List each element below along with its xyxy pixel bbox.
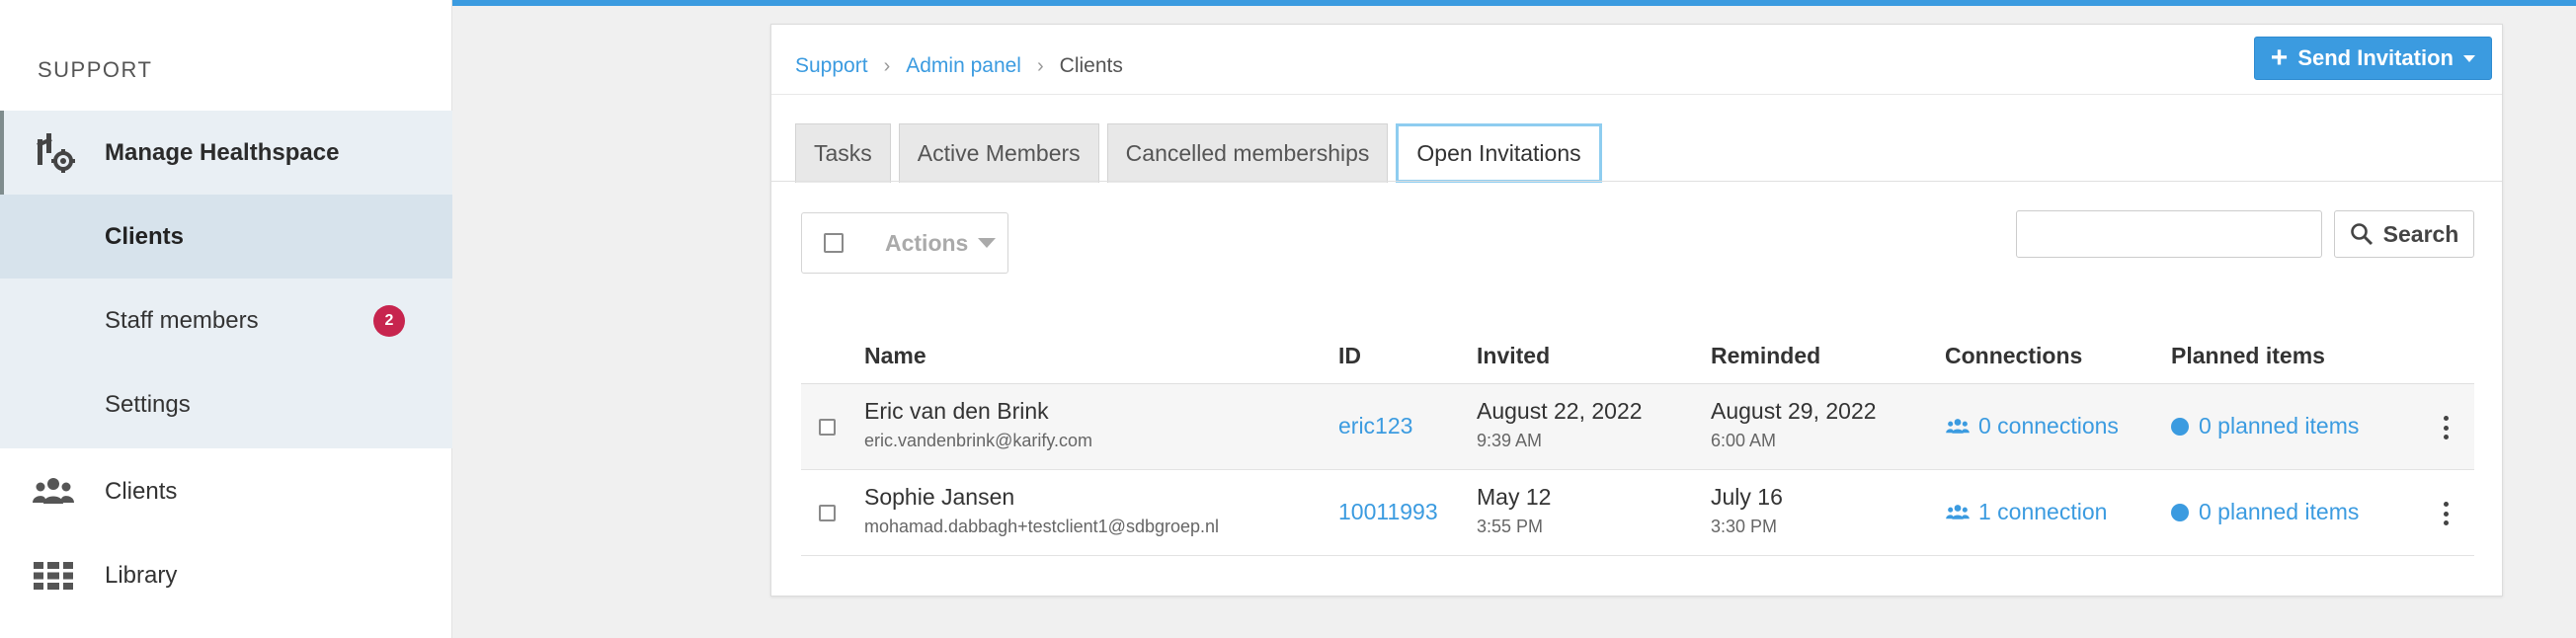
tab-label: Open Invitations xyxy=(1416,139,1581,166)
status-dot-icon xyxy=(2171,503,2189,521)
column-header-invited[interactable]: Invited xyxy=(1477,343,1550,369)
breadcrumb-current: Clients xyxy=(1059,54,1123,77)
tab-cancelled-memberships[interactable]: Cancelled memberships xyxy=(1106,123,1389,183)
client-id-link[interactable]: 10011993 xyxy=(1338,499,1438,524)
search-input[interactable] xyxy=(2016,210,2322,258)
tab-open-invitations[interactable]: Open Invitations xyxy=(1396,123,1602,183)
select-all-checkbox[interactable] xyxy=(824,233,844,253)
divider xyxy=(771,181,2502,182)
id-cell: 10011993 xyxy=(1338,499,1438,525)
chevron-right-icon: › xyxy=(883,54,891,77)
sidebar-item-label: Manage Healthspace xyxy=(105,138,340,166)
sidebar-item-label: Staff members xyxy=(105,306,259,334)
sidebar-item-staff-members[interactable]: Staff members 2 xyxy=(0,279,452,362)
search-button-label: Search xyxy=(2382,220,2459,247)
reminded-cell: August 29, 2022 6:00 AM xyxy=(1711,398,1877,451)
sidebar-item-manage-healthspace[interactable]: Manage Healthspace xyxy=(0,111,452,195)
breadcrumb-link-support[interactable]: Support xyxy=(795,54,868,78)
sidebar-item-label: Clients xyxy=(105,477,178,505)
sidebar-item-clients[interactable]: Clients xyxy=(0,449,452,533)
top-accent-bar xyxy=(452,0,2576,6)
tab-label: Tasks xyxy=(814,140,872,166)
sidebar-item-clients-sub[interactable]: Clients xyxy=(0,195,452,279)
users-icon xyxy=(32,472,75,512)
client-email: mohamad.dabbagh+testclient1@sdbgroep.nl xyxy=(864,517,1220,536)
breadcrumb: Support › Admin panel › Clients xyxy=(795,48,1123,84)
row-checkbox[interactable] xyxy=(819,505,836,521)
connections-label: 1 connection xyxy=(1978,499,2108,524)
users-icon xyxy=(1946,418,1970,434)
tab-label: Active Members xyxy=(917,140,1081,166)
invitations-table: Name ID Invited Reminded Connections Pla… xyxy=(801,321,2474,556)
sidebar-item-settings[interactable]: Settings xyxy=(0,362,452,446)
planned-items-label: 0 planned items xyxy=(2199,499,2360,524)
invited-time: 9:39 AM xyxy=(1477,431,1543,450)
planned-items-link[interactable]: 0 planned items xyxy=(2171,499,2359,525)
status-dot-icon xyxy=(2171,417,2189,436)
send-invitation-label: Send Invitation xyxy=(2297,45,2454,70)
divider xyxy=(771,94,2502,95)
invited-cell: May 12 3:55 PM xyxy=(1477,484,1551,537)
bulk-actions-control: Actions xyxy=(801,212,1008,274)
invited-date: August 22, 2022 xyxy=(1477,398,1643,424)
name-cell: Eric van den Brink eric.vandenbrink@kari… xyxy=(864,398,1092,451)
grid-icon xyxy=(32,556,75,596)
main-panel: Support › Admin panel › Clients + Send I… xyxy=(770,24,2503,597)
table-row: Sophie Jansen mohamad.dabbagh+testclient… xyxy=(801,470,2474,556)
client-name: Sophie Jansen xyxy=(864,484,1015,510)
tab-tasks[interactable]: Tasks xyxy=(795,123,891,183)
column-header-reminded[interactable]: Reminded xyxy=(1711,343,1820,369)
name-cell: Sophie Jansen mohamad.dabbagh+testclient… xyxy=(864,484,1219,537)
reminded-cell: July 16 3:30 PM xyxy=(1711,484,1783,537)
breadcrumb-link-admin-panel[interactable]: Admin panel xyxy=(906,54,1021,78)
id-cell: eric123 xyxy=(1338,413,1412,439)
client-email: eric.vandenbrink@karify.com xyxy=(864,431,1093,450)
reminded-time: 6:00 AM xyxy=(1711,431,1777,450)
column-header-name[interactable]: Name xyxy=(864,343,926,369)
tab-label: Cancelled memberships xyxy=(1125,140,1370,166)
sidebar-section-title: SUPPORT xyxy=(38,57,153,82)
invited-cell: August 22, 2022 9:39 AM xyxy=(1477,398,1643,451)
chevron-right-icon: › xyxy=(1036,54,1044,77)
row-checkbox[interactable] xyxy=(819,419,836,436)
healthspace-gear-icon xyxy=(34,131,77,175)
planned-items-label: 0 planned items xyxy=(2199,413,2360,439)
plus-icon: + xyxy=(2270,41,2289,74)
users-icon xyxy=(1946,504,1970,519)
sidebar-item-label: Settings xyxy=(105,390,191,418)
connections-label: 0 connections xyxy=(1978,413,2119,439)
invited-date: May 12 xyxy=(1477,484,1552,510)
client-name: Eric van den Brink xyxy=(864,398,1049,424)
connections-link[interactable]: 1 connection xyxy=(1945,499,2107,525)
table-header: Name ID Invited Reminded Connections Pla… xyxy=(801,321,2474,384)
connections-link[interactable]: 0 connections xyxy=(1945,413,2119,439)
notification-badge: 2 xyxy=(373,305,405,337)
reminded-date: August 29, 2022 xyxy=(1711,398,1877,424)
sidebar-item-label: Clients xyxy=(105,222,185,250)
invited-time: 3:55 PM xyxy=(1477,517,1544,536)
reminded-time: 3:30 PM xyxy=(1711,517,1778,536)
sidebar-nav-group: Manage Healthspace Clients Staff members… xyxy=(0,111,452,448)
client-id-link[interactable]: eric123 xyxy=(1338,413,1412,439)
send-invitation-button[interactable]: + Send Invitation xyxy=(2253,37,2492,80)
tab-active-members[interactable]: Active Members xyxy=(898,123,1099,183)
more-options-icon[interactable] xyxy=(2441,416,2451,439)
sidebar: SUPPORT Manage Healthspace Clients Staff… xyxy=(0,0,452,638)
sidebar-item-library[interactable]: Library xyxy=(0,533,452,617)
table-row: Eric van den Brink eric.vandenbrink@kari… xyxy=(801,384,2474,470)
planned-items-link[interactable]: 0 planned items xyxy=(2171,413,2359,439)
column-header-id[interactable]: ID xyxy=(1338,343,1361,369)
more-options-icon[interactable] xyxy=(2441,502,2451,525)
column-header-connections[interactable]: Connections xyxy=(1945,343,2082,369)
search-button[interactable]: Search xyxy=(2334,210,2474,258)
sidebar-item-label: Library xyxy=(105,561,178,589)
actions-dropdown[interactable]: Actions xyxy=(885,230,968,257)
column-header-planned-items[interactable]: Planned items xyxy=(2171,343,2325,369)
caret-down-icon xyxy=(2463,54,2475,62)
tab-bar: Tasks Active Members Cancelled membershi… xyxy=(795,123,1610,183)
caret-down-icon xyxy=(978,238,997,248)
search-icon xyxy=(2350,223,2373,246)
reminded-date: July 16 xyxy=(1711,484,1783,510)
